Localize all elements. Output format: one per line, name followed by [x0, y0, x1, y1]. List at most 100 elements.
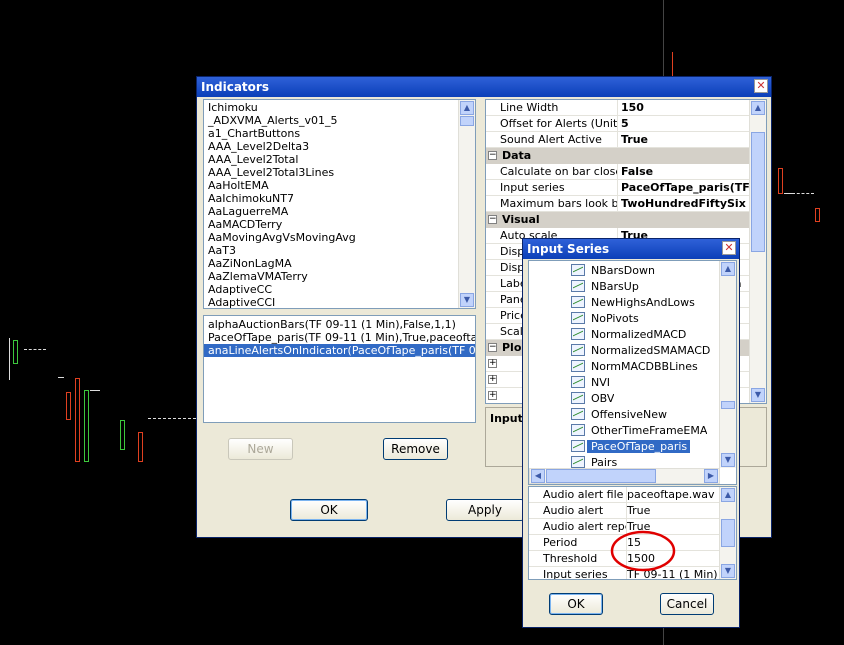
indicator-tree[interactable]: NBarsDown NBarsUp NewHighsAndLows NoPivo… — [528, 260, 737, 485]
applied-indicators-list[interactable]: alphaAuctionBars(TF 09-11 (1 Min),False,… — [203, 315, 476, 423]
property-value[interactable]: TwoHundredFiftySix — [618, 196, 750, 211]
chart-dash — [792, 193, 814, 194]
applied-item[interactable]: alphaAuctionBars(TF 09-11 (1 Min),False,… — [204, 318, 475, 331]
indicator-icon — [571, 328, 585, 340]
property-value[interactable]: True — [618, 132, 750, 147]
scroll-up-icon[interactable]: ▲ — [460, 101, 474, 115]
tree-item[interactable]: NewHighsAndLows — [587, 296, 695, 309]
list-item[interactable]: AAA_Level2Delta3 — [204, 140, 475, 153]
list-item[interactable]: AdaptiveCC — [204, 283, 475, 296]
scroll-thumb[interactable] — [546, 469, 656, 483]
property-row: Sound Alert Active True — [486, 132, 750, 148]
ok-button[interactable]: OK — [290, 499, 368, 521]
chart-candle — [13, 340, 18, 364]
tree-vertical-scrollbar[interactable]: ▲ ▼ — [719, 261, 736, 468]
list-item[interactable]: AaLaguerreMA — [204, 205, 475, 218]
property-value[interactable]: paceoftape.wav — [624, 487, 720, 502]
tree-item[interactable]: OffensiveNew — [587, 408, 667, 421]
property-value[interactable]: True — [624, 503, 720, 518]
indicator-icon — [571, 360, 585, 372]
list-item[interactable]: AAA_Level2Total3Lines — [204, 166, 475, 179]
applied-item[interactable]: PaceOfTape_paris(TF 09-11 (1 Min),True,p… — [204, 331, 475, 344]
scroll-thumb[interactable] — [721, 401, 735, 409]
list-item[interactable]: AaT3 — [204, 244, 475, 257]
scroll-down-icon[interactable]: ▼ — [721, 453, 735, 467]
property-row: Audio alert file paceoftape.wav — [529, 487, 720, 503]
chart-candle — [138, 432, 143, 462]
list-item[interactable]: AAA_Level2Total — [204, 153, 475, 166]
tree-item[interactable]: NBarsUp — [587, 280, 639, 293]
category-visual[interactable]: − Visual — [486, 212, 750, 228]
collapse-icon[interactable]: − — [488, 343, 497, 352]
scroll-down-icon[interactable]: ▼ — [751, 388, 765, 402]
list-item[interactable]: AaZiNonLagMA — [204, 257, 475, 270]
scroll-thumb[interactable] — [721, 519, 735, 547]
chart-candle — [815, 208, 820, 222]
list-item[interactable]: AdaptiveCCI — [204, 296, 475, 308]
scroll-up-icon[interactable]: ▲ — [751, 101, 765, 115]
chart-candle — [84, 390, 89, 462]
scroll-thumb[interactable] — [751, 132, 765, 252]
tree-item-selected[interactable]: PaceOfTape_paris — [587, 440, 691, 453]
property-name: Sound Alert Active — [500, 132, 618, 147]
input-series-title-bar[interactable]: Input Series ✕ — [523, 239, 739, 259]
property-value[interactable]: False — [618, 164, 750, 179]
list-item[interactable]: AaHoltEMA — [204, 179, 475, 192]
chart-candle — [66, 392, 71, 420]
indicator-icon — [571, 456, 585, 468]
close-icon[interactable]: ✕ — [722, 241, 736, 255]
chart-candle — [75, 378, 80, 462]
apply-button[interactable]: Apply — [446, 499, 524, 521]
remove-button[interactable]: Remove — [383, 438, 448, 460]
scroll-left-icon[interactable]: ◀ — [531, 469, 545, 483]
tree-item[interactable]: NormalizedMACD — [587, 328, 686, 341]
scroll-right-icon[interactable]: ▶ — [704, 469, 718, 483]
property-name: Calculate on bar close — [500, 164, 618, 179]
scroll-thumb[interactable] — [460, 116, 474, 126]
scroll-up-icon[interactable]: ▲ — [721, 488, 735, 502]
tree-item[interactable]: NoPivots — [587, 312, 639, 325]
expand-icon[interactable]: + — [488, 359, 497, 368]
property-row: Line Width 150 — [486, 100, 750, 116]
tree-item[interactable]: NBarsDown — [587, 264, 655, 277]
tree-item[interactable]: NVI — [587, 376, 610, 389]
scroll-up-icon[interactable]: ▲ — [721, 262, 735, 276]
input-ok-button[interactable]: OK — [549, 593, 603, 615]
expand-icon[interactable]: + — [488, 375, 497, 384]
input-cancel-button[interactable]: Cancel — [660, 593, 714, 615]
expand-icon[interactable]: + — [488, 391, 497, 400]
applied-item-selected[interactable]: anaLineAlertsOnIndicator(PaceOfTape_pari… — [204, 344, 475, 357]
list-item[interactable]: AaMACDTerry — [204, 218, 475, 231]
collapse-icon[interactable]: − — [488, 151, 497, 160]
indicator-icon — [571, 392, 585, 404]
scroll-down-icon[interactable]: ▼ — [460, 293, 474, 307]
available-indicators-list[interactable]: Ichimoku _ADXVMA_Alerts_v01_5 a1_ChartBu… — [203, 99, 476, 309]
indicator-icon — [571, 408, 585, 420]
tree-item[interactable]: OtherTimeFrameEMA — [587, 424, 707, 437]
new-button[interactable]: New — [228, 438, 293, 460]
tree-item[interactable]: NormalizedSMAMACD — [587, 344, 710, 357]
list-item[interactable]: AaZlemaVMATerry — [204, 270, 475, 283]
indicators-title-bar[interactable]: Indicators ✕ — [197, 77, 771, 97]
scroll-down-icon[interactable]: ▼ — [721, 564, 735, 578]
indicator-icon — [571, 344, 585, 356]
list-item[interactable]: _ADXVMA_Alerts_v01_5 — [204, 114, 475, 127]
tree-item[interactable]: OBV — [587, 392, 614, 405]
tree-item[interactable]: NormMACDBBLines — [587, 360, 698, 373]
property-value[interactable]: 5 — [618, 116, 750, 131]
property-value[interactable]: 150 — [618, 100, 750, 115]
properties-scrollbar[interactable]: ▲ ▼ — [749, 100, 766, 403]
category-data[interactable]: − Data — [486, 148, 750, 164]
property-row: Input series PaceOfTape_paris(TF — [486, 180, 750, 196]
property-value[interactable]: PaceOfTape_paris(TF — [618, 180, 750, 195]
list-item[interactable]: AaMovingAvgVsMovingAvg — [204, 231, 475, 244]
available-list-scrollbar[interactable]: ▲ ▼ — [458, 100, 475, 308]
list-item[interactable]: AaIchimokuNT7 — [204, 192, 475, 205]
input-properties-scrollbar[interactable]: ▲ ▼ — [719, 487, 736, 579]
list-item[interactable]: Ichimoku — [204, 101, 475, 114]
list-item[interactable]: a1_ChartButtons — [204, 127, 475, 140]
close-icon[interactable]: ✕ — [754, 79, 768, 93]
tree-horizontal-scrollbar[interactable]: ◀ ▶ — [529, 468, 720, 484]
indicator-icon — [571, 296, 585, 308]
collapse-icon[interactable]: − — [488, 215, 497, 224]
